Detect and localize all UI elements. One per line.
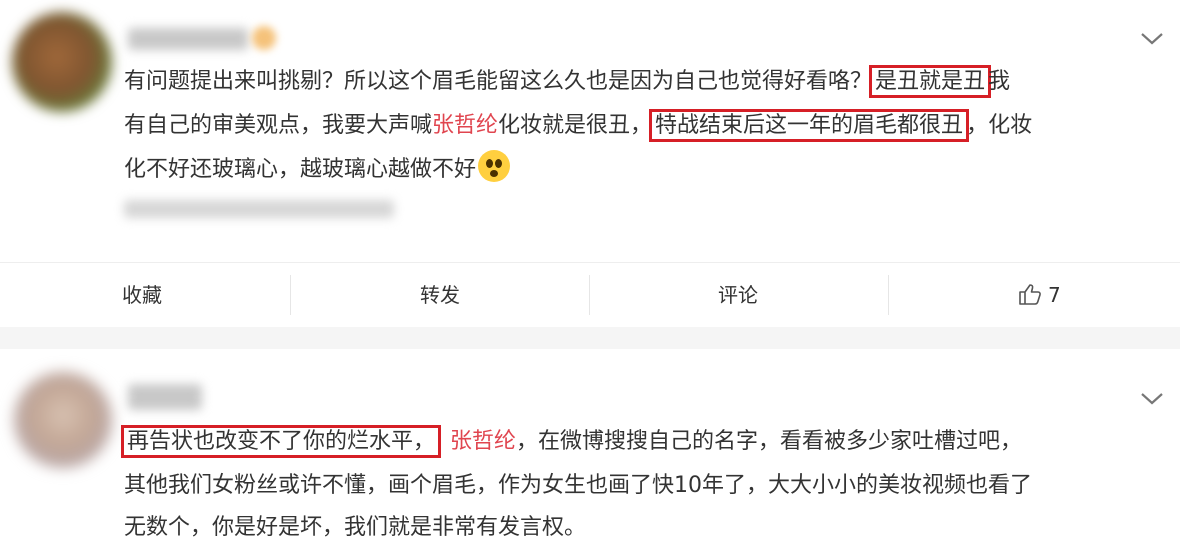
comment-text: 我 (988, 69, 1011, 94)
comment-text-line-2: 其他我们女粉丝或许不懂，画个眉毛，作为女生也画了快10年了，大大小小的美妆视频也… (124, 464, 1032, 508)
repost-button[interactable]: 转发 (420, 263, 460, 327)
highlight-box: 是丑就是丑 (869, 65, 992, 98)
highlight-box: 再告状也改变不了你的烂水平， (121, 425, 442, 458)
thumbs-up-icon (1018, 266, 1042, 330)
username-blurred[interactable] (128, 28, 248, 50)
highlight-box: 特战结束后这一年的眉毛都很丑 (649, 109, 970, 142)
comment-text: 无数个，你是好是坏，我们就是非常有发言权。 (124, 515, 587, 540)
avatar[interactable] (14, 372, 112, 468)
like-button[interactable]: 7 (1018, 263, 1061, 327)
comment-text-line-1: 再告状也改变不了你的烂水平， 张哲纶，在微博搜搜自己的名字，看看被多少家吐槽过吧， (121, 420, 1023, 464)
comment-text-line-2: 有自己的审美观点，我要大声喊张哲纶化妆就是很丑， 特战结束后这一年的眉毛都很丑 ，化… (124, 104, 1032, 148)
comment-card-1: 有问题提出来叫挑剔？所以这个眉毛能留这么久也是因为自己也觉得好看咯？ 是丑就是丑我… (0, 0, 1180, 262)
comment-text: 有自己的审美观点，我要大声喊 (124, 113, 433, 138)
comment-text-line-3: 化不好还玻璃心，越玻璃心越做不好 (124, 148, 511, 192)
highlighted-text: 特战结束后这一年的眉毛都很丑 (655, 113, 964, 138)
section-gap (0, 327, 1180, 349)
flushed-face-icon (478, 150, 511, 182)
favorite-button[interactable]: 收藏 (122, 263, 162, 327)
comment-text: 其他我们女粉丝或许不懂，画个眉毛，作为女生也画了快10年了，大大小小的美妆视频也… (124, 473, 1032, 498)
chevron-down-icon[interactable] (1140, 32, 1164, 46)
comment-text: ，化妆 (966, 113, 1033, 138)
action-bar: 收藏 转发 评论 7 (0, 262, 1180, 328)
comment-text: 有问题提出来叫挑剔？所以这个眉毛能留这么久也是因为自己也觉得好看咯？ (124, 69, 873, 94)
divider (589, 275, 590, 315)
highlighted-text: 再告状也改变不了你的烂水平， (127, 429, 436, 454)
username-blurred[interactable] (128, 384, 202, 410)
comment-text-line-3: 无数个，你是好是坏，我们就是非常有发言权。 (124, 506, 586, 550)
chevron-down-icon[interactable] (1140, 392, 1164, 406)
like-count: 7 (1048, 283, 1061, 307)
timestamp-blurred (124, 200, 394, 218)
avatar[interactable] (12, 12, 112, 112)
comment-button[interactable]: 评论 (718, 263, 758, 327)
comment-text: 化不好还玻璃心，越玻璃心越做不好 (124, 157, 477, 182)
divider (290, 275, 291, 315)
divider (888, 275, 889, 315)
highlighted-text: 是丑就是丑 (875, 69, 986, 94)
comment-text: 化妆就是很丑， (498, 113, 653, 138)
comment-text: ，在微博搜搜自己的名字，看看被多少家吐槽过吧， (516, 429, 1023, 454)
badge-icon (252, 26, 276, 50)
comment-text-line-1: 有问题提出来叫挑剔？所以这个眉毛能留这么久也是因为自己也觉得好看咯？ 是丑就是丑我 (124, 60, 1010, 104)
mention-link[interactable]: 张哲纶 (450, 429, 516, 454)
mention-link[interactable]: 张哲纶 (432, 113, 498, 138)
